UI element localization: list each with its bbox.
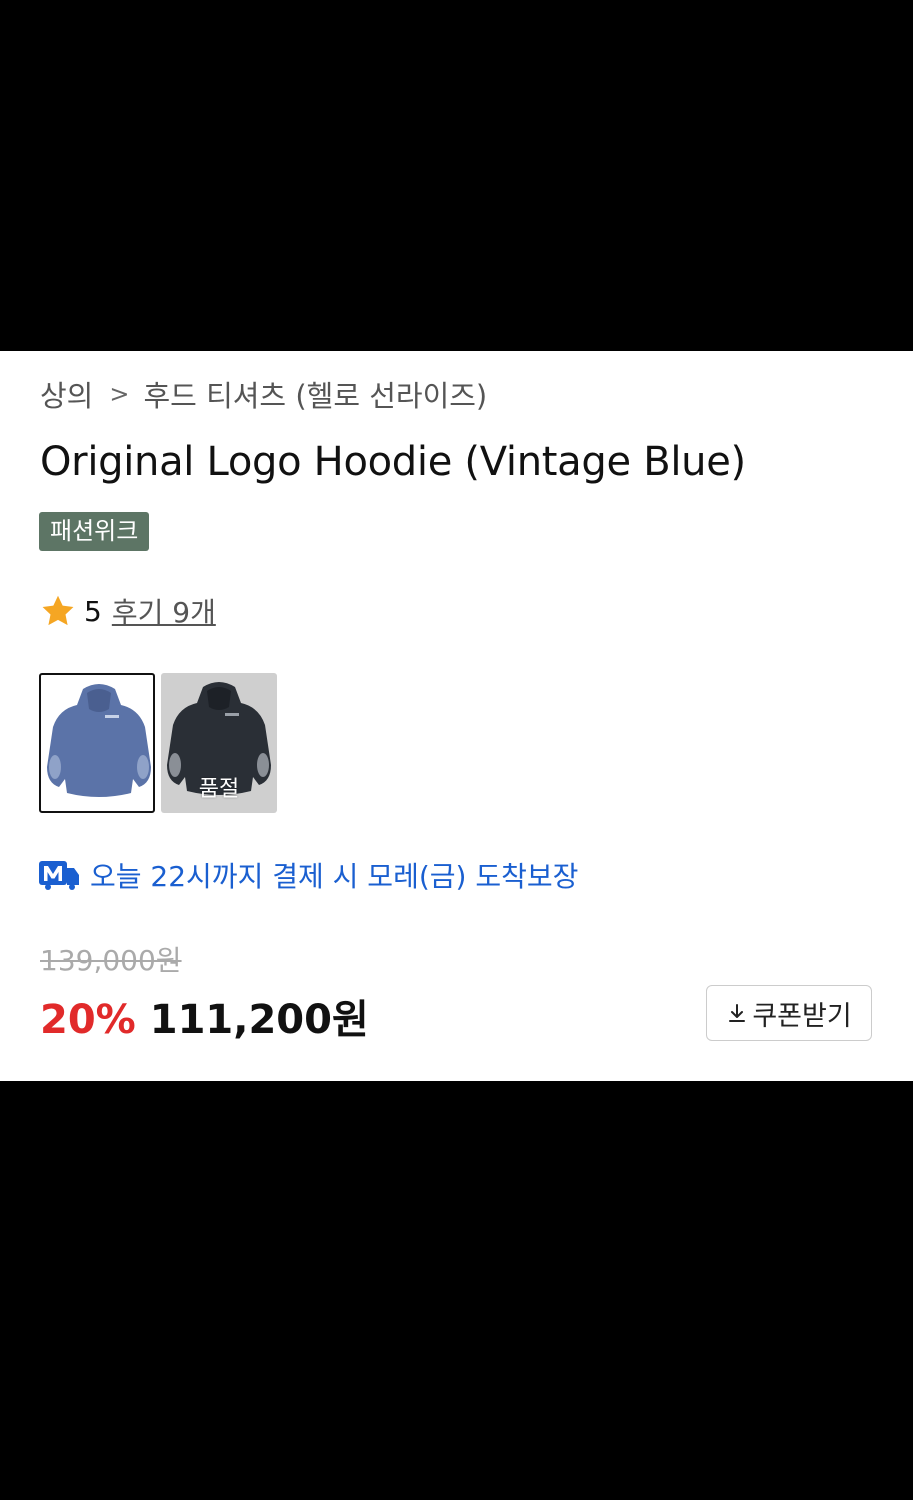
discount-rate: 20%	[40, 997, 136, 1043]
delivery-guarantee: 오늘 22시까지 결제 시 모레(금) 도착보장	[38, 855, 578, 895]
rating-score: 5	[84, 594, 102, 628]
product-info-card: 상의 > 후드 티셔츠 (헬로 선라이즈) Original Logo Hood…	[0, 351, 913, 1081]
breadcrumb-separator: >	[109, 380, 130, 408]
breadcrumb: 상의 > 후드 티셔츠 (헬로 선라이즈)	[40, 373, 487, 415]
event-badge: 패션위크	[39, 512, 150, 551]
download-icon	[729, 1004, 746, 1022]
color-option-vintage-blue[interactable]	[39, 673, 155, 813]
color-option-black[interactable]: 품절	[161, 673, 277, 813]
sold-out-label: 품절	[198, 777, 240, 802]
rating-summary: 5 후기 9개	[40, 591, 216, 631]
reviews-link[interactable]: 후기 9개	[112, 591, 216, 631]
star-icon	[42, 595, 74, 626]
price-row: 20% 111,200원	[40, 987, 369, 1045]
delivery-text: 오늘 22시까지 결제 시 모레(금) 도착보장	[90, 860, 579, 893]
truck-m-icon	[39, 861, 79, 890]
sale-price: 111,200원	[149, 997, 369, 1043]
bottom-letterbox	[0, 1081, 913, 1500]
original-price: 139,000원	[40, 944, 182, 977]
breadcrumb-subcategory[interactable]: 후드 티셔츠 (헬로 선라이즈)	[143, 373, 487, 415]
breadcrumb-category[interactable]: 상의	[40, 373, 93, 415]
coupon-download-button[interactable]: 쿠폰받기	[706, 985, 872, 1041]
top-letterbox	[0, 0, 913, 351]
product-title: Original Logo Hoodie (Vintage Blue)	[40, 439, 746, 485]
hoodie-blue-image	[47, 684, 151, 797]
color-options: 품절	[39, 673, 277, 813]
coupon-label: 쿠폰받기	[752, 1000, 852, 1032]
